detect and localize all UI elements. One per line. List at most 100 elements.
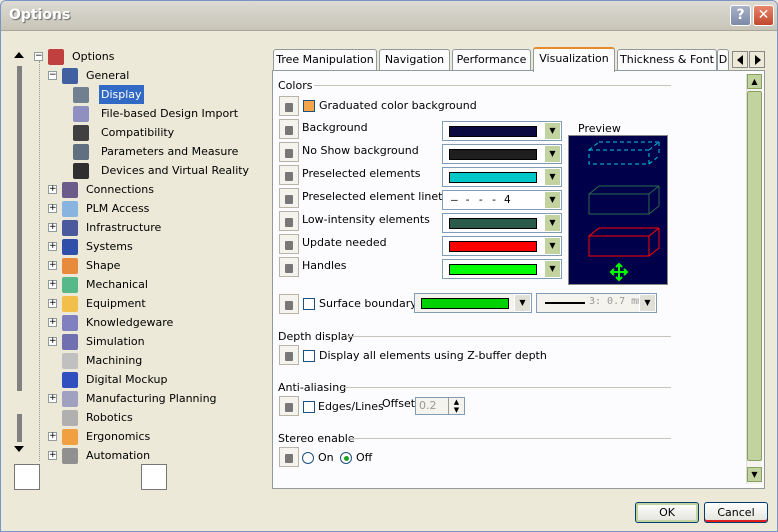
chevron-down-icon[interactable]: ▼ <box>544 260 561 278</box>
expand-icon[interactable]: + <box>48 451 57 460</box>
color-select[interactable]: ▼ <box>442 121 562 141</box>
section-icon <box>62 353 78 369</box>
expand-icon[interactable]: + <box>48 261 57 270</box>
surface-weight-select[interactable]: 3: 0.7 mm ▼ <box>536 293 657 313</box>
chevron-down-icon[interactable]: ▼ <box>514 294 531 312</box>
tab-performance[interactable]: Performance <box>452 49 531 71</box>
lock-button[interactable] <box>279 165 299 185</box>
tree-label: PLM Access <box>86 202 150 215</box>
close-button[interactable]: ✕ <box>753 5 774 26</box>
stereo-on-label: On <box>318 451 334 464</box>
stereo-off-radio[interactable] <box>340 452 352 464</box>
expand-icon[interactable]: + <box>48 432 57 441</box>
section-icon <box>62 372 78 388</box>
cancel-button[interactable]: Cancel <box>704 502 768 523</box>
scroll-down-icon[interactable] <box>14 446 24 452</box>
lock-button[interactable] <box>279 96 299 116</box>
lock-button[interactable] <box>279 396 299 416</box>
offset-label: Offset <box>382 397 416 410</box>
tree-label: Options <box>72 50 115 63</box>
scroll-up-icon[interactable] <box>14 52 24 58</box>
expand-icon[interactable]: + <box>48 394 57 403</box>
tab-d[interactable]: D <box>717 49 729 71</box>
tab-thickness-font[interactable]: Thickness & Font <box>617 49 717 71</box>
window-title: Options <box>9 7 71 23</box>
surface-color-select[interactable]: ▼ <box>414 293 532 313</box>
collapse-icon[interactable]: − <box>48 71 57 80</box>
color-select[interactable]: — - - - 4 ▼ <box>442 190 562 210</box>
surface-weight-value: 3: 0.7 mm <box>589 296 644 307</box>
edges-label: Edges/Lines <box>318 400 384 413</box>
lock-button[interactable] <box>279 142 299 162</box>
expand-icon[interactable]: + <box>48 299 57 308</box>
zbuffer-checkbox[interactable] <box>303 350 315 362</box>
lock-button[interactable] <box>279 257 299 277</box>
lock-button[interactable] <box>279 345 299 365</box>
ok-button[interactable]: OK <box>635 502 699 523</box>
expand-icon[interactable]: + <box>48 280 57 289</box>
tree-label: Machining <box>86 354 143 367</box>
scroll-up-icon[interactable]: ▲ <box>747 74 762 89</box>
spin-arrows-icon[interactable]: ▲ ▼ <box>448 398 464 414</box>
chevron-down-icon[interactable]: ▼ <box>544 122 561 140</box>
tree-label: Ergonomics <box>86 430 151 443</box>
color-swatch <box>449 218 537 229</box>
chevron-down-icon[interactable]: ▼ <box>544 237 561 255</box>
tab-navigation[interactable]: Navigation <box>379 49 450 71</box>
home-icon[interactable] <box>14 464 40 490</box>
scroll-down-icon[interactable]: ▼ <box>747 467 762 482</box>
lock-button[interactable] <box>279 294 299 314</box>
expand-icon[interactable]: + <box>48 185 57 194</box>
surface-boundary-checkbox[interactable] <box>303 298 315 310</box>
tab-tree-manipulation[interactable]: Tree Manipulation <box>273 49 377 71</box>
tree-label: Manufacturing Planning <box>86 392 217 405</box>
chevron-down-icon[interactable]: ▼ <box>544 214 561 232</box>
color-select[interactable]: ▼ <box>442 213 562 233</box>
help-button[interactable]: ? <box>730 5 751 26</box>
lock-button[interactable] <box>279 234 299 254</box>
graduated-checkbox[interactable] <box>303 100 315 112</box>
expand-icon[interactable]: + <box>48 204 57 213</box>
expand-icon[interactable]: + <box>48 223 57 232</box>
scroll-thumb[interactable] <box>747 91 762 461</box>
expand-icon[interactable]: + <box>48 242 57 251</box>
lock-button[interactable] <box>279 447 299 467</box>
section-icon <box>62 448 78 464</box>
scroll-thumb[interactable] <box>17 66 22 391</box>
tab-visualization[interactable]: Visualization <box>533 47 615 72</box>
color-swatch <box>449 126 537 137</box>
display-icon <box>73 87 89 103</box>
collapse-icon[interactable]: − <box>34 52 43 61</box>
preview-drawing <box>588 141 660 282</box>
stereo-on-radio[interactable] <box>302 452 314 464</box>
reset-icon[interactable] <box>141 464 167 490</box>
color-select[interactable]: ▼ <box>442 144 562 164</box>
section-icon <box>62 296 78 312</box>
edges-checkbox[interactable] <box>303 401 315 413</box>
color-item-label: No Show background <box>302 144 419 157</box>
color-select[interactable]: ▼ <box>442 167 562 187</box>
color-select[interactable]: ▼ <box>442 259 562 279</box>
tree-label: Digital Mockup <box>86 373 168 386</box>
color-select[interactable]: ▼ <box>442 236 562 256</box>
lock-button[interactable] <box>279 188 299 208</box>
tree-scrollbar[interactable] <box>14 52 24 454</box>
tree-label: Devices and Virtual Reality <box>101 164 250 177</box>
content-scrollbar[interactable]: ▲ ▼ <box>746 74 762 484</box>
chevron-down-icon[interactable]: ▼ <box>544 168 561 186</box>
tab-right-icon[interactable] <box>749 51 765 68</box>
chevron-down-icon[interactable]: ▼ <box>639 294 656 312</box>
lock-button[interactable] <box>279 119 299 139</box>
chevron-down-icon[interactable]: ▼ <box>544 191 561 209</box>
expand-icon[interactable]: + <box>48 337 57 346</box>
offset-spinner[interactable]: 0.2 ▲ ▼ <box>415 397 465 415</box>
tree-label: Parameters and Measure <box>101 145 239 158</box>
options-dialog: Options ? ✕ − Options − General Display … <box>0 0 778 532</box>
tab-left-icon[interactable] <box>732 51 748 68</box>
lock-button[interactable] <box>279 211 299 231</box>
title-bar[interactable]: Options ? ✕ <box>1 1 777 31</box>
graduated-label: Graduated color background <box>319 99 477 112</box>
chevron-down-icon[interactable]: ▼ <box>544 145 561 163</box>
expand-icon[interactable]: + <box>48 318 57 327</box>
color-item-label: Preselected elements <box>302 167 421 180</box>
